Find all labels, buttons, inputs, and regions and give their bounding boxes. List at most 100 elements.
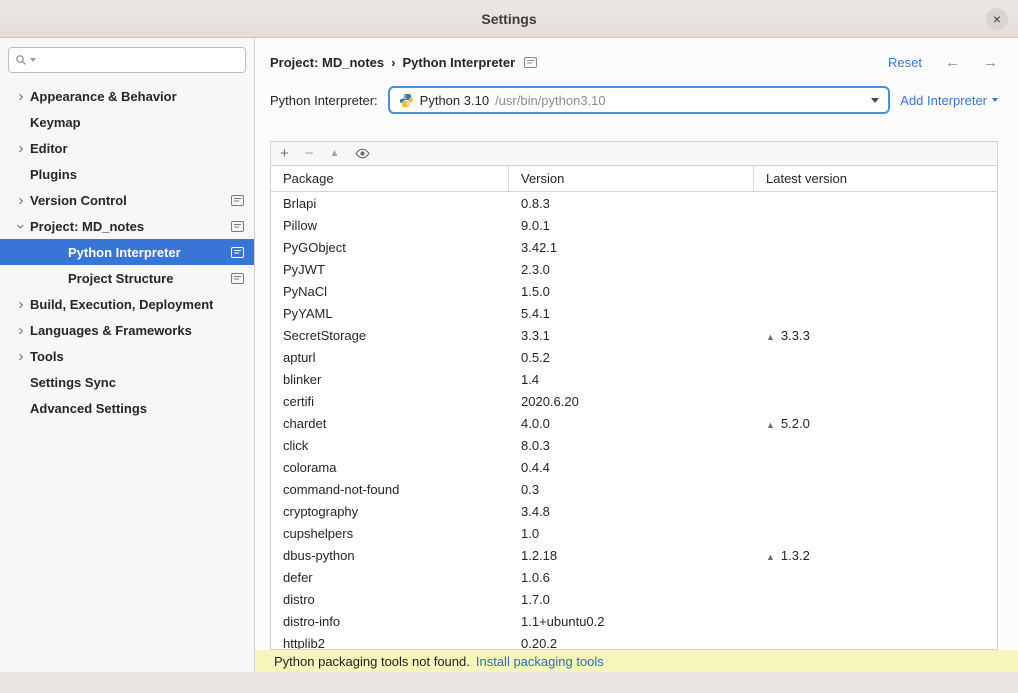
settings-dialog: Settings × ›Appearance & BehaviorKeymap›… [0, 0, 1018, 693]
package-row[interactable]: defer1.0.6 [271, 566, 997, 588]
package-row[interactable]: certifi2020.6.20 [271, 390, 997, 412]
reset-link[interactable]: Reset [888, 55, 922, 70]
latest-version-text: 1.3.2 [781, 548, 810, 563]
chevron-right-icon[interactable]: › [12, 349, 30, 364]
package-row[interactable]: dbus-python1.2.18▲1.3.2 [271, 544, 997, 566]
sidebar-item-keymap[interactable]: Keymap [0, 109, 254, 135]
settings-search-box[interactable] [8, 47, 246, 73]
chevron-right-icon[interactable]: › [12, 323, 30, 338]
chevron-right-icon[interactable]: › [12, 193, 30, 208]
package-row[interactable]: distro1.7.0 [271, 588, 997, 610]
sidebar-item-project-structure[interactable]: Project Structure [0, 265, 254, 291]
install-packaging-tools-link[interactable]: Install packaging tools [476, 654, 604, 669]
sidebar-item-label: Build, Execution, Deployment [30, 297, 213, 312]
package-version: 1.0 [509, 526, 754, 541]
package-name: defer [271, 570, 509, 585]
uninstall-package-button[interactable]: − [305, 146, 314, 161]
breadcrumb-page: Python Interpreter [402, 55, 515, 70]
package-row[interactable]: chardet4.0.0▲5.2.0 [271, 412, 997, 434]
sidebar-item-build-execution-deployment[interactable]: ›Build, Execution, Deployment [0, 291, 254, 317]
interpreter-select[interactable]: Python 3.10 /usr/bin/python3.10 [388, 86, 891, 114]
package-row[interactable]: PyGObject3.42.1 [271, 236, 997, 258]
sidebar-item-plugins[interactable]: Plugins [0, 161, 254, 187]
package-name: PyNaCl [271, 284, 509, 299]
project-scope-icon [231, 221, 244, 232]
package-name: apturl [271, 350, 509, 365]
package-name: cupshelpers [271, 526, 509, 541]
sidebar-item-appearance-behavior[interactable]: ›Appearance & Behavior [0, 83, 254, 109]
column-header-version[interactable]: Version [509, 166, 754, 191]
package-version: 2020.6.20 [509, 394, 754, 409]
interpreter-label: Python Interpreter: [270, 93, 378, 108]
package-version: 9.0.1 [509, 218, 754, 233]
sidebar-item-python-interpreter[interactable]: Python Interpreter [0, 239, 254, 265]
sidebar-item-advanced-settings[interactable]: Advanced Settings [0, 395, 254, 421]
chevron-right-icon[interactable]: › [12, 141, 30, 156]
package-latest-version: ▲5.2.0 [754, 416, 997, 431]
package-toolbar: + − ▲ [270, 141, 998, 166]
package-name: PyYAML [271, 306, 509, 321]
interpreter-name: Python 3.10 [420, 93, 489, 108]
sidebar-item-label: Python Interpreter [68, 245, 181, 260]
package-row[interactable]: apturl0.5.2 [271, 346, 997, 368]
sidebar-item-languages-frameworks[interactable]: ›Languages & Frameworks [0, 317, 254, 343]
package-version: 1.5.0 [509, 284, 754, 299]
package-row[interactable]: PyYAML5.4.1 [271, 302, 997, 324]
package-version: 2.3.0 [509, 262, 754, 277]
breadcrumb: Project: MD_notes › Python Interpreter R… [270, 45, 998, 79]
column-header-latest[interactable]: Latest version [754, 166, 997, 191]
sidebar-item-label: Version Control [30, 193, 127, 208]
package-name: click [271, 438, 509, 453]
python-icon [399, 93, 414, 108]
close-button[interactable]: × [986, 8, 1008, 30]
chevron-down-icon[interactable]: › [14, 217, 29, 235]
breadcrumb-project[interactable]: Project: MD_notes [270, 55, 384, 70]
package-version: 3.42.1 [509, 240, 754, 255]
package-row[interactable]: Pillow9.0.1 [271, 214, 997, 236]
package-row[interactable]: colorama0.4.4 [271, 456, 997, 478]
sidebar-item-editor[interactable]: ›Editor [0, 135, 254, 161]
package-row[interactable]: PyJWT2.3.0 [271, 258, 997, 280]
chevron-right-icon[interactable]: › [12, 89, 30, 104]
package-name: PyGObject [271, 240, 509, 255]
titlebar[interactable]: Settings × [0, 0, 1018, 38]
package-row[interactable]: command-not-found0.3 [271, 478, 997, 500]
package-name: httplib2 [271, 636, 509, 650]
upgrade-package-button[interactable]: ▲ [330, 149, 340, 159]
add-interpreter-label: Add Interpreter [900, 93, 987, 108]
package-row[interactable]: cupshelpers1.0 [271, 522, 997, 544]
package-version: 0.8.3 [509, 196, 754, 211]
chevron-right-icon[interactable]: › [12, 297, 30, 312]
package-name: command-not-found [271, 482, 509, 497]
package-row[interactable]: cryptography3.4.8 [271, 500, 997, 522]
project-scope-icon [231, 195, 244, 206]
package-row[interactable]: blinker1.4 [271, 368, 997, 390]
search-history-caret-icon[interactable] [30, 58, 36, 62]
package-row[interactable]: distro-info1.1+ubuntu0.2 [271, 610, 997, 632]
package-row[interactable]: httplib20.20.2 [271, 632, 997, 649]
latest-version-text: 3.3.3 [781, 328, 810, 343]
package-row[interactable]: SecretStorage3.3.1▲3.3.3 [271, 324, 997, 346]
sidebar-item-label: Appearance & Behavior [30, 89, 177, 104]
package-name: SecretStorage [271, 328, 509, 343]
settings-tree: ›Appearance & BehaviorKeymap›EditorPlugi… [0, 81, 254, 672]
search-icon [15, 54, 27, 66]
sidebar-item-settings-sync[interactable]: Settings Sync [0, 369, 254, 395]
sidebar-item-tools[interactable]: ›Tools [0, 343, 254, 369]
column-header-package[interactable]: Package [271, 166, 509, 191]
back-arrow[interactable]: ← [945, 54, 960, 71]
add-interpreter-button[interactable]: Add Interpreter [900, 93, 998, 108]
package-row[interactable]: PyNaCl1.5.0 [271, 280, 997, 302]
combo-dropdown-icon[interactable] [871, 98, 879, 103]
interpreter-path: /usr/bin/python3.10 [495, 93, 606, 108]
search-input[interactable] [39, 53, 239, 68]
install-package-button[interactable]: + [280, 146, 289, 161]
package-version: 5.4.1 [509, 306, 754, 321]
show-early-releases-button[interactable] [355, 146, 370, 161]
forward-arrow[interactable]: → [983, 54, 998, 71]
sidebar-item-version-control[interactable]: ›Version Control [0, 187, 254, 213]
package-row[interactable]: Brlapi0.8.3 [271, 192, 997, 214]
package-version: 1.1+ubuntu0.2 [509, 614, 754, 629]
package-row[interactable]: click8.0.3 [271, 434, 997, 456]
sidebar-item-project-md-notes[interactable]: ›Project: MD_notes [0, 213, 254, 239]
